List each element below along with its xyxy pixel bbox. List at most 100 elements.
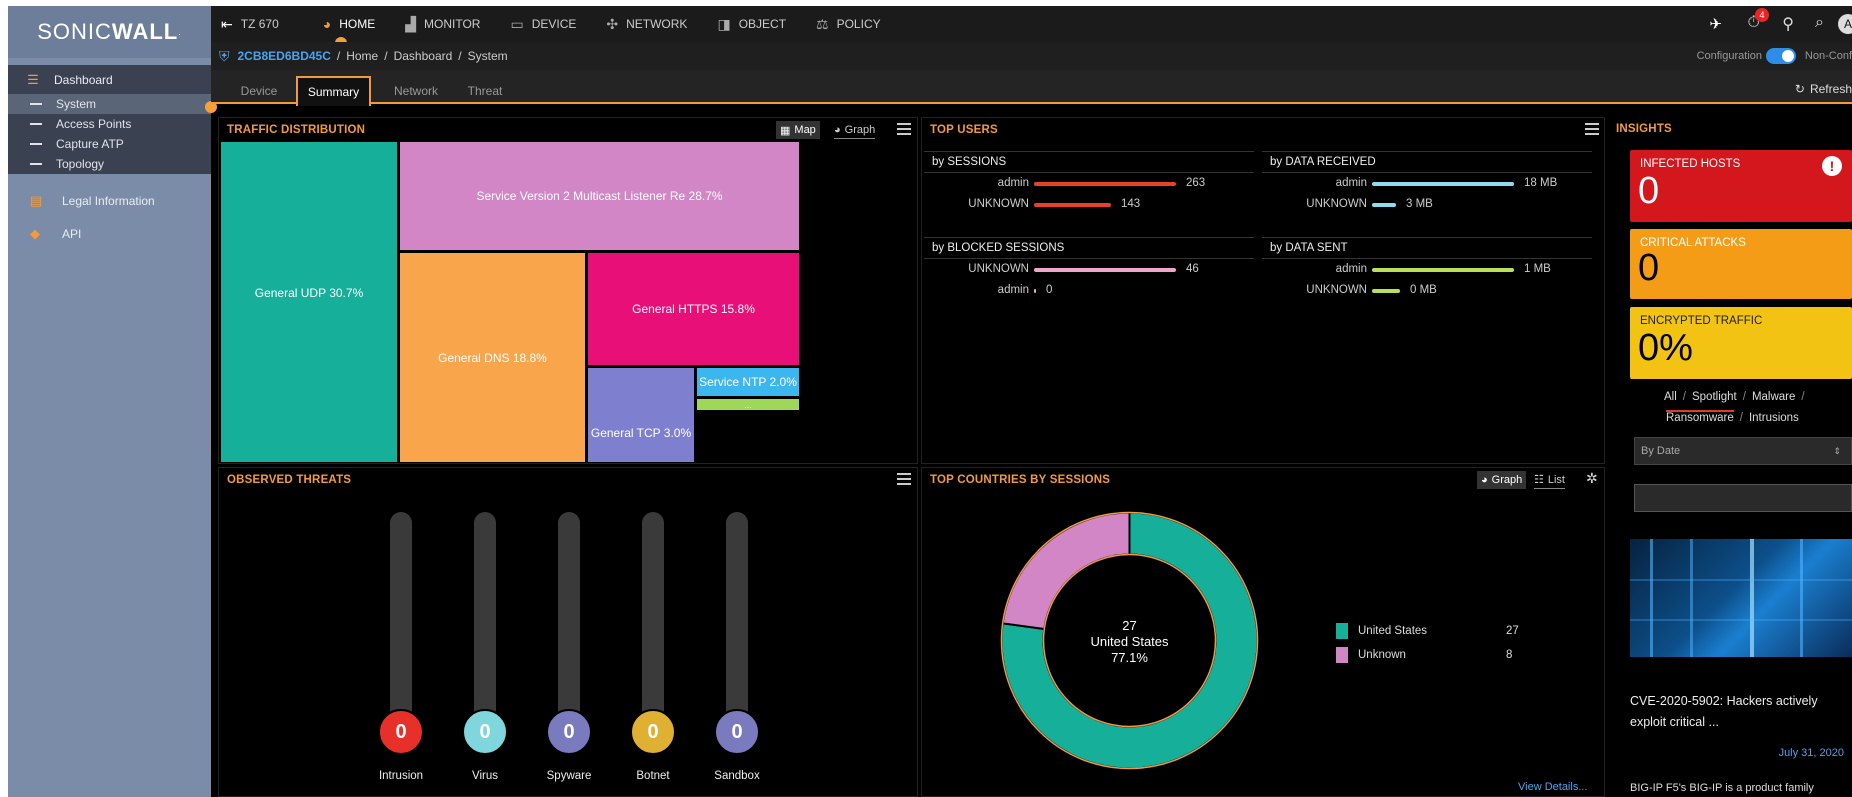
- mode-toggle[interactable]: [1766, 48, 1796, 64]
- user-name: UNKNOWN: [968, 198, 1029, 210]
- device-selector[interactable]: ⇤ TZ 670: [221, 16, 279, 33]
- user-value: 143: [1121, 198, 1141, 210]
- user-name: UNKNOWN: [968, 263, 1029, 275]
- insight-sort-select[interactable]: By Date ⇕: [1634, 437, 1852, 465]
- user-name: admin: [1335, 177, 1367, 189]
- user-value: 1 MB: [1524, 263, 1551, 275]
- view-graph-button[interactable]: ◕ Graph: [1477, 471, 1527, 489]
- insight-card-critical-attacks[interactable]: CRITICAL ATTACKS 0: [1630, 229, 1852, 299]
- select-arrows-icon: ⇕: [1833, 445, 1841, 456]
- users-by-sessions: by SESSIONS admin 263 UNKNOWN 143: [924, 151, 1254, 215]
- grid-icon: ▦: [780, 124, 791, 137]
- view-map-button[interactable]: ▦ Map: [776, 121, 820, 139]
- treemap-cell-ntp[interactable]: Service NTP 2.0%: [697, 368, 799, 396]
- user-avatar[interactable]: A: [1838, 14, 1852, 34]
- view-list-button[interactable]: ☷ List: [1534, 471, 1565, 489]
- tab-device[interactable]: Device: [233, 76, 285, 106]
- threats-menu-icon[interactable]: [897, 473, 911, 485]
- news-title[interactable]: CVE-2020-5902: Hackers actively exploit …: [1630, 691, 1852, 733]
- threat-count-virus[interactable]: 0: [462, 709, 508, 755]
- nav-label: DEVICE: [531, 17, 577, 31]
- treemap-cell-other[interactable]: ...: [697, 399, 799, 410]
- list-item[interactable]: UNKNOWN 143: [924, 194, 1254, 215]
- filter-all[interactable]: All: [1664, 391, 1677, 403]
- news-image[interactable]: [1630, 539, 1852, 657]
- list-item[interactable]: UNKNOWN 3 MB: [1262, 194, 1592, 215]
- list-item[interactable]: UNKNOWN 0 MB: [1262, 280, 1592, 301]
- view-map-label: Map: [794, 124, 816, 136]
- view-details-link[interactable]: View Details...: [1518, 781, 1588, 793]
- treemap-cell-https[interactable]: General HTTPS 15.8%: [588, 253, 799, 365]
- filter-spotlight[interactable]: Spotlight: [1692, 391, 1737, 403]
- sidebar-item-topology[interactable]: Topology: [8, 154, 211, 174]
- sidebar-item-label: Access Points: [56, 117, 132, 131]
- sidebar-menu: ☰ Dashboard System Access Points Capture…: [8, 65, 211, 174]
- nav-object[interactable]: ◨ OBJECT: [717, 16, 786, 33]
- traffic-menu-icon[interactable]: [897, 123, 911, 135]
- sidebar-item-system[interactable]: System: [8, 94, 211, 114]
- nav-label: NETWORK: [626, 17, 688, 31]
- treemap-cell-mld[interactable]: Service Version 2 Multicast Listener Re …: [400, 142, 799, 250]
- list-icon: ☷: [1534, 474, 1544, 486]
- threat-count-sandbox[interactable]: 0: [714, 709, 760, 755]
- top-users-menu-icon[interactable]: [1585, 123, 1599, 135]
- nav-network[interactable]: ✣ NETWORK: [606, 16, 687, 33]
- nav-policy[interactable]: ⚖ POLICY: [816, 16, 881, 33]
- sidebar-item-label: Capture ATP: [56, 137, 124, 151]
- tips-lightbulb-icon[interactable]: ⚲: [1782, 14, 1794, 34]
- legend-item[interactable]: Unknown 8: [1336, 645, 1536, 669]
- sonicwall-logo[interactable]: SONIC WALL.: [8, 6, 211, 58]
- user-value: 0: [1046, 284, 1053, 296]
- mode-label: Configuration: [1696, 50, 1762, 62]
- pie-icon: ◕: [1481, 474, 1488, 486]
- breadcrumb-home[interactable]: Home: [346, 49, 378, 63]
- device-serial[interactable]: 2CB8ED6BD45C: [238, 49, 331, 63]
- mode-other-label: Non-Conf: [1804, 50, 1852, 62]
- nav-monitor[interactable]: ▟ MONITOR: [405, 16, 480, 33]
- filter-ransomware[interactable]: Ransomware: [1666, 410, 1734, 424]
- insight-card-encrypted-traffic[interactable]: ENCRYPTED TRAFFIC 0%: [1630, 307, 1852, 379]
- nav-label: POLICY: [836, 17, 881, 31]
- sidebar-item-capture-atp[interactable]: Capture ATP: [8, 134, 211, 154]
- insight-card-infected-hosts[interactable]: INFECTED HOSTS 0 !: [1630, 150, 1852, 222]
- nav-label: MONITOR: [424, 17, 481, 31]
- tab-summary[interactable]: Summary: [296, 76, 371, 106]
- insight-search-input[interactable]: [1634, 484, 1852, 512]
- sidebar-item-legal[interactable]: ▤ Legal Information: [8, 185, 211, 217]
- settings-gear-icon[interactable]: ✲: [1586, 470, 1598, 487]
- threat-gauge-track: [726, 512, 748, 727]
- view-graph-label: Graph: [1491, 474, 1523, 486]
- tab-threat[interactable]: Threat: [461, 76, 509, 106]
- threat-count-botnet[interactable]: 0: [630, 709, 676, 755]
- nav-home[interactable]: ◕ HOME: [323, 16, 375, 32]
- users-by-blocked-sessions: by BLOCKED SESSIONS UNKNOWN 46 admin 0: [924, 237, 1254, 301]
- monitor-chart-icon: ▟: [405, 15, 416, 32]
- list-item[interactable]: admin 18 MB: [1262, 173, 1592, 194]
- treemap-cell-udp[interactable]: General UDP 30.7%: [221, 142, 397, 462]
- list-item[interactable]: admin 263: [924, 173, 1254, 194]
- list-item[interactable]: admin 0: [924, 280, 1254, 301]
- treemap-cell-tcp[interactable]: General TCP 3.0%: [588, 368, 694, 462]
- threat-count-spyware[interactable]: 0: [546, 709, 592, 755]
- treemap-cell-dns[interactable]: General DNS 18.8%: [400, 253, 585, 462]
- refresh-button[interactable]: ↻ Refresh: [1795, 82, 1852, 96]
- level-bar: [1034, 182, 1176, 186]
- filter-malware[interactable]: Malware: [1752, 391, 1795, 403]
- sidebar-item-dashboard[interactable]: ☰ Dashboard: [8, 65, 211, 94]
- search-icon[interactable]: ⌕: [1815, 14, 1824, 32]
- tab-network[interactable]: Network: [387, 76, 445, 106]
- filter-intrusions[interactable]: Intrusions: [1749, 412, 1799, 424]
- list-item[interactable]: UNKNOWN 46: [924, 259, 1254, 280]
- threat-count-intrusion[interactable]: 0: [378, 709, 424, 755]
- threat-gauge-track: [558, 512, 580, 727]
- users-by-data-received: by DATA RECEIVED admin 18 MB UNKNOWN 3 MB: [1262, 151, 1592, 215]
- legend-item[interactable]: United States 27: [1336, 621, 1536, 645]
- legend-swatch: [1336, 623, 1348, 639]
- pin-icon[interactable]: ✈: [1709, 15, 1722, 33]
- sidebar-item-access-points[interactable]: Access Points: [8, 114, 211, 134]
- view-graph-button[interactable]: ◕ Graph: [834, 121, 876, 139]
- sidebar-item-api[interactable]: ◆ API: [8, 218, 211, 250]
- breadcrumb-dashboard[interactable]: Dashboard: [394, 49, 453, 63]
- nav-device[interactable]: ▭ DEVICE: [510, 16, 576, 33]
- list-item[interactable]: admin 1 MB: [1262, 259, 1592, 280]
